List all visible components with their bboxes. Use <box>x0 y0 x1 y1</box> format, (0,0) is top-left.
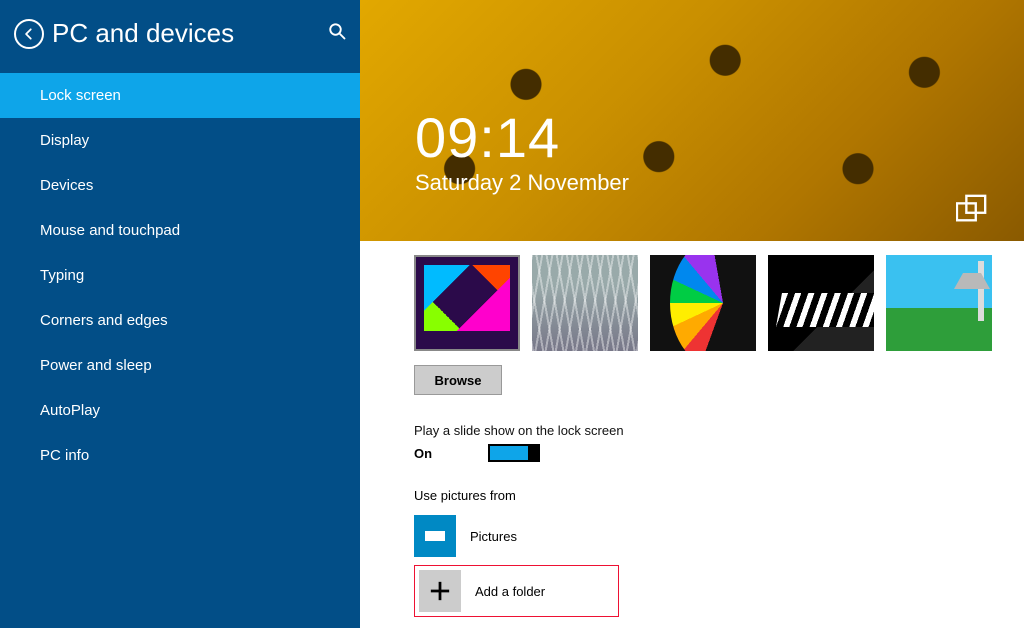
lockscreen-preview[interactable]: 09:14 Saturday 2 November <box>360 0 1024 241</box>
content-body: Browse Play a slide show on the lock scr… <box>360 241 1024 617</box>
slideshow-label: Play a slide show on the lock screen <box>414 423 992 438</box>
sidebar-item-label: Power and sleep <box>40 357 152 374</box>
overlapping-squares-icon <box>956 194 988 224</box>
folder-row-pictures[interactable]: Pictures <box>414 515 992 557</box>
sidebar-item-label: PC info <box>40 447 89 464</box>
slideshow-toggle-row: On <box>414 444 992 462</box>
pictures-from-label: Use pictures from <box>414 488 992 503</box>
thumbnail-2[interactable] <box>532 255 638 351</box>
thumbnail-1[interactable] <box>414 255 520 351</box>
plus-icon <box>429 580 451 602</box>
sidebar-item-label: AutoPlay <box>40 402 100 419</box>
sidebar-item-mouse-touchpad[interactable]: Mouse and touchpad <box>0 208 360 253</box>
sidebar-item-label: Mouse and touchpad <box>40 222 180 239</box>
add-folder-label: Add a folder <box>475 584 545 599</box>
search-button[interactable] <box>328 22 346 45</box>
thumbnail-4[interactable] <box>768 255 874 351</box>
search-icon <box>328 22 346 40</box>
sidebar-item-label: Lock screen <box>40 87 121 104</box>
sidebar-item-label: Devices <box>40 177 93 194</box>
sidebar: PC and devices Lock screen Display Devic… <box>0 0 360 628</box>
add-folder-button[interactable]: Add a folder <box>419 570 614 612</box>
lockscreen-time: 09:14 <box>415 105 560 170</box>
sidebar-item-lock-screen[interactable]: Lock screen <box>0 73 360 118</box>
background-thumbnails <box>414 255 992 351</box>
toggle-state-text: On <box>414 446 432 461</box>
main-content: 09:14 Saturday 2 November Browse Play a … <box>360 0 1024 628</box>
browse-button[interactable]: Browse <box>414 365 502 395</box>
folder-name: Pictures <box>470 529 517 544</box>
slideshow-toggle[interactable] <box>488 444 540 462</box>
sidebar-header: PC and devices <box>0 0 360 73</box>
sidebar-item-autoplay[interactable]: AutoPlay <box>0 388 360 433</box>
sidebar-item-typing[interactable]: Typing <box>0 253 360 298</box>
sidebar-item-display[interactable]: Display <box>0 118 360 163</box>
sidebar-item-pc-info[interactable]: PC info <box>0 433 360 478</box>
page-title: PC and devices <box>52 18 320 49</box>
sidebar-item-devices[interactable]: Devices <box>0 163 360 208</box>
plus-box <box>419 570 461 612</box>
lockscreen-date: Saturday 2 November <box>415 170 629 196</box>
drive-icon <box>425 531 445 541</box>
sidebar-item-label: Typing <box>40 267 84 284</box>
folder-icon <box>414 515 456 557</box>
switch-layout-button[interactable] <box>956 194 988 229</box>
add-folder-highlight: Add a folder <box>414 565 619 617</box>
sidebar-item-power-sleep[interactable]: Power and sleep <box>0 343 360 388</box>
toggle-fill <box>490 446 528 460</box>
sidebar-item-label: Display <box>40 132 89 149</box>
arrow-left-icon <box>22 27 36 41</box>
thumbnail-3[interactable] <box>650 255 756 351</box>
sidebar-item-label: Corners and edges <box>40 312 168 329</box>
thumbnail-5[interactable] <box>886 255 992 351</box>
back-button[interactable] <box>14 19 44 49</box>
sidebar-item-corners-edges[interactable]: Corners and edges <box>0 298 360 343</box>
toggle-knob <box>528 446 538 460</box>
